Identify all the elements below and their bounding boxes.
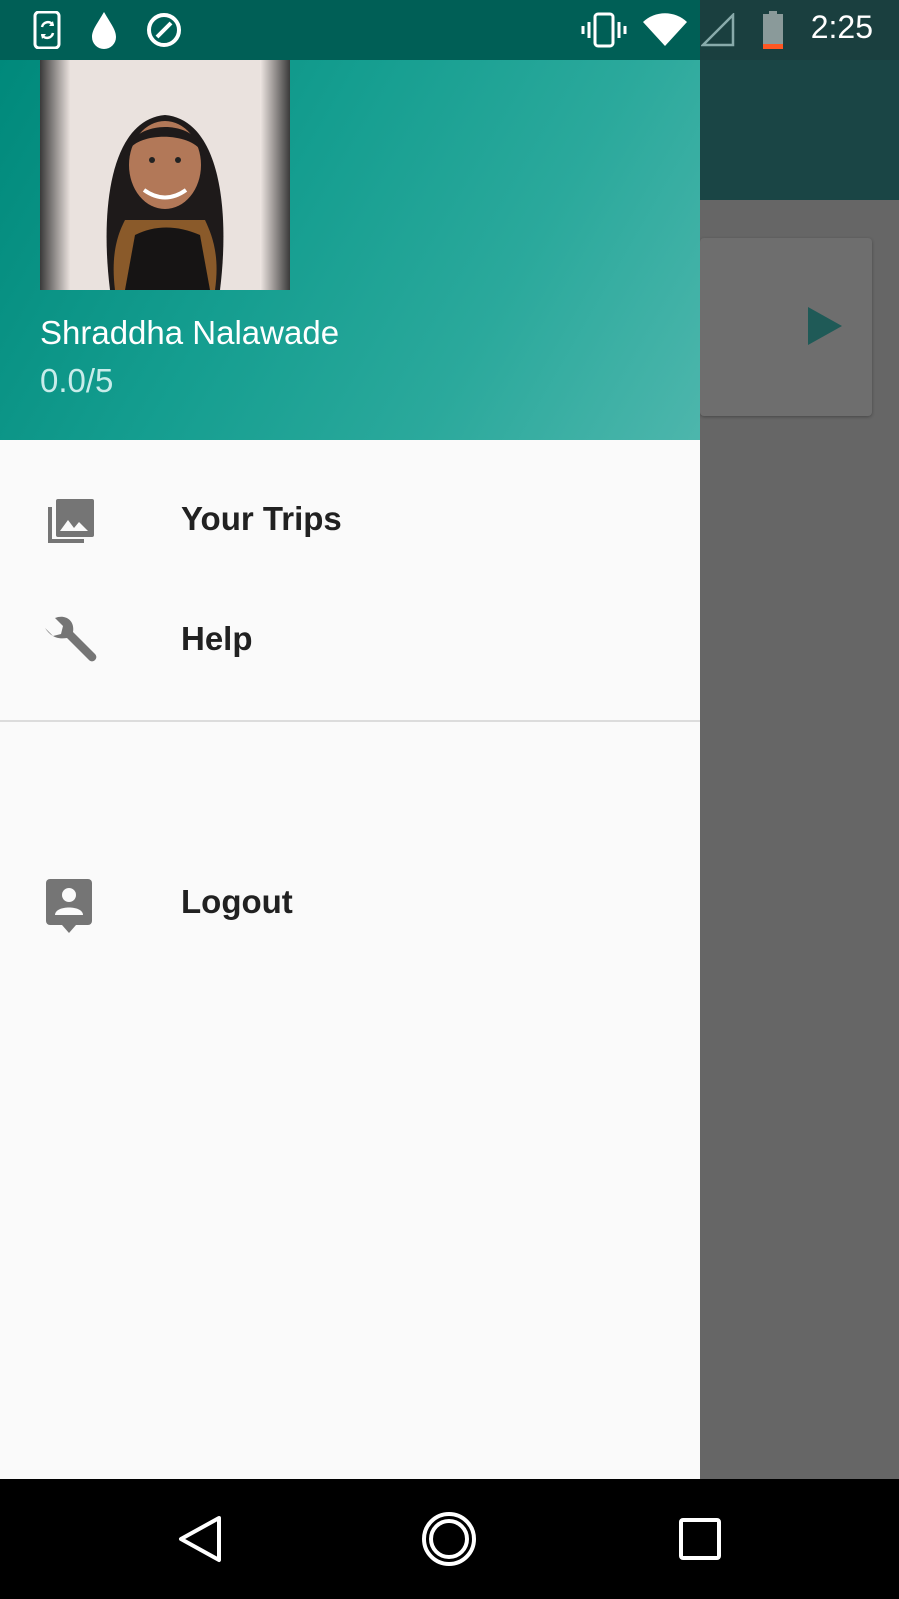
back-icon[interactable] xyxy=(170,1509,230,1569)
avatar[interactable] xyxy=(40,60,290,290)
system-navigation-bar xyxy=(0,1479,899,1599)
navigation-drawer: Shraddha Nalawade 0.0/5 Your Trips Help … xyxy=(0,60,700,1479)
water-drop-icon xyxy=(88,10,120,50)
photo-library-icon xyxy=(40,493,100,553)
vibrate-icon xyxy=(580,10,628,50)
wrench-icon xyxy=(40,613,100,673)
user-name: Shraddha Nalawade xyxy=(40,314,340,351)
cellular-signal-icon xyxy=(700,10,736,50)
background-app-bar xyxy=(700,60,899,200)
wifi-icon xyxy=(642,10,688,50)
home-icon[interactable] xyxy=(419,1509,479,1569)
menu-label-help: Help xyxy=(181,620,253,657)
menu-item-your-trips[interactable]: Your Trips xyxy=(0,465,700,575)
user-rating: 0.0/5 xyxy=(40,362,114,399)
battery-icon xyxy=(760,10,786,50)
play-icon xyxy=(808,307,842,349)
divider xyxy=(0,720,700,722)
account-box-icon xyxy=(40,876,100,936)
do-not-disturb-icon xyxy=(144,10,184,50)
background-trip-card xyxy=(700,238,872,416)
drawer-header: Shraddha Nalawade 0.0/5 xyxy=(0,60,700,440)
screen-rotation-icon xyxy=(30,10,66,50)
menu-item-help[interactable]: Help xyxy=(0,585,700,695)
clock: 2:25 xyxy=(810,9,873,45)
menu-label-logout: Logout xyxy=(181,883,293,920)
menu-item-logout[interactable]: Logout xyxy=(0,848,700,958)
recents-icon[interactable] xyxy=(670,1509,730,1569)
menu-label-your-trips: Your Trips xyxy=(181,500,342,537)
status-bar-right: 2:25 xyxy=(700,0,899,60)
